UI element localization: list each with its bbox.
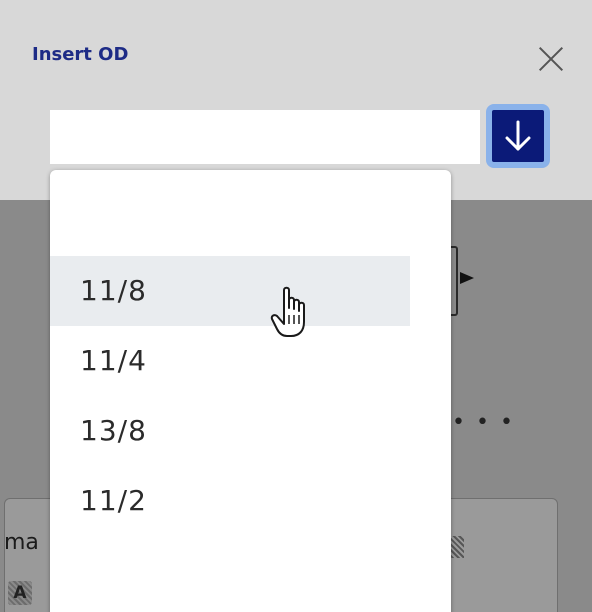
text-style-icon: A xyxy=(8,581,32,605)
dropdown-toggle-button[interactable] xyxy=(486,104,550,168)
background-card-text: ma xyxy=(4,530,39,555)
dropdown-option[interactable]: 13/8 xyxy=(50,396,410,466)
dropdown-option[interactable]: 11/2 xyxy=(50,466,410,536)
dropdown-option[interactable]: 11/8 xyxy=(50,256,410,326)
dialog-title: Insert OD xyxy=(32,44,129,65)
dropdown-option-empty[interactable] xyxy=(50,186,410,256)
dotted-divider: • • • xyxy=(452,410,515,435)
arrow-down-icon xyxy=(505,120,531,151)
dropdown-menu: 11/8 11/4 13/8 11/2 xyxy=(50,170,451,612)
play-arrow-icon xyxy=(460,272,474,284)
dropdown-option[interactable]: 11/4 xyxy=(50,326,410,396)
screen: • • • ma A Insert OD 11/8 11/4 13/8 11/2 xyxy=(0,0,592,612)
od-input[interactable] xyxy=(50,110,480,164)
close-icon[interactable] xyxy=(535,43,567,75)
